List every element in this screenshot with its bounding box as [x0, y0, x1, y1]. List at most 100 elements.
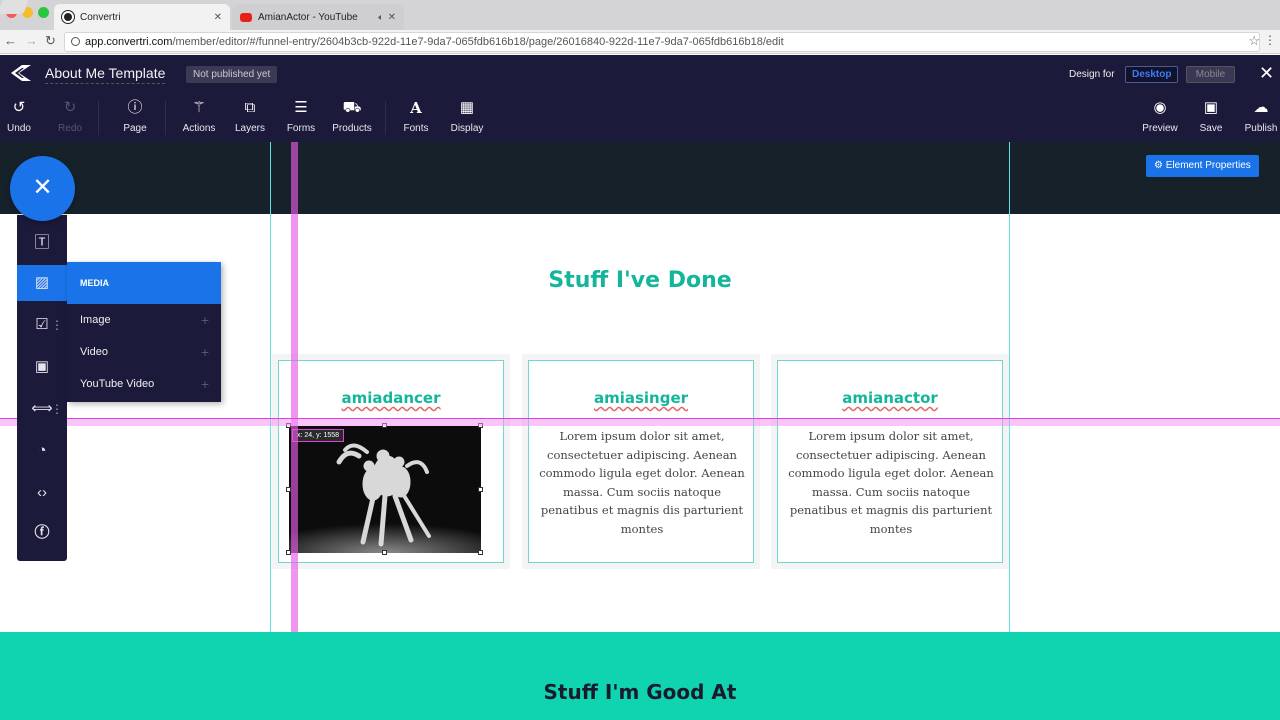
media-item-label: Image	[80, 314, 111, 326]
element-properties-button[interactable]: ⚙ Element Properties	[1146, 155, 1259, 177]
publish-status-badge: Not published yet	[186, 66, 278, 83]
tab-title: AmianActor - YouTube	[258, 11, 358, 23]
bookmark-star-icon[interactable]: ☆	[1248, 33, 1260, 49]
publish-label: Publish	[1244, 123, 1278, 134]
preview-label: Preview	[1142, 123, 1178, 134]
info-circle-icon: ⓘ	[127, 99, 143, 116]
media-item-youtube-video[interactable]: YouTube Video +	[67, 368, 221, 400]
magic-wand-icon: ⚚	[192, 99, 206, 116]
card-body-text[interactable]: Lorem ipsum dolor sit amet, consectetuer…	[788, 427, 994, 538]
media-element-button[interactable]: ▨	[17, 265, 67, 301]
forms-button[interactable]: ☰ Forms	[285, 99, 317, 134]
page-button[interactable]: ⓘ Page	[120, 99, 150, 134]
close-editor-icon[interactable]: ✕	[1259, 63, 1274, 84]
element-properties-label: Element Properties	[1165, 160, 1251, 171]
more-options-icon[interactable]: ⋮	[51, 307, 63, 343]
url-input[interactable]: app.convertri.com/member/editor/#/funnel…	[64, 32, 1260, 52]
card-body-text[interactable]: Lorem ipsum dolor sit amet, consectetuer…	[539, 427, 745, 538]
grid-icon: ▦	[459, 99, 475, 116]
layers-icon: ⧉	[244, 99, 256, 116]
media-item-image[interactable]: Image +	[67, 304, 221, 336]
fonts-label: Fonts	[403, 123, 429, 134]
resize-handle[interactable]	[478, 550, 483, 555]
youtube-favicon-icon	[240, 12, 252, 22]
editor-header: About Me Template Not published yet Desi…	[0, 55, 1280, 142]
products-button[interactable]: ⛟ Products	[330, 99, 374, 134]
publish-button[interactable]: ☁ Publish	[1242, 99, 1280, 134]
timer-element-button[interactable]: ◔	[17, 433, 67, 469]
layers-button[interactable]: ⧉ Layers	[233, 99, 267, 134]
browser-tab-youtube[interactable]: AmianActor - YouTube 🔈︎ ✕	[232, 4, 404, 30]
maximize-window-button[interactable]	[38, 7, 49, 18]
browser-tab-convertri[interactable]: Convertri ✕	[54, 4, 230, 30]
back-arrow-icon[interactable]: ←	[4, 33, 17, 48]
box-element-button[interactable]: ▣	[17, 349, 67, 385]
code-element-button[interactable]: ‹›	[17, 475, 67, 511]
top-section-band[interactable]	[0, 142, 1280, 214]
position-readout: x: 24, y: 1558	[292, 429, 345, 442]
browser-menu-icon[interactable]: ⋮	[1264, 33, 1276, 47]
skills-section[interactable]: Stuff I'm Good At	[0, 632, 1280, 720]
display-label: Display	[450, 123, 484, 134]
address-bar: ← → ↻ app.convertri.com/member/editor/#/…	[0, 30, 1280, 54]
dancer-image[interactable]	[289, 426, 481, 553]
text-element-button[interactable]: 🅃	[17, 225, 67, 261]
text-box-icon: 🅃	[34, 234, 50, 251]
editor-canvas[interactable]: ⚙ Element Properties Stuff I've Done ami…	[0, 142, 1280, 720]
preview-button[interactable]: ◉ Preview	[1141, 99, 1179, 134]
facebook-icon: ⓕ	[34, 524, 50, 541]
card-title[interactable]: amiasinger	[529, 389, 753, 407]
cloud-upload-icon: ☁	[1253, 99, 1269, 116]
mobile-toggle-button[interactable]: Mobile	[1186, 66, 1235, 83]
toolbar-divider	[165, 101, 166, 135]
close-toolbox-button[interactable]: ✕	[10, 156, 75, 221]
speaker-icon[interactable]: 🔈︎	[378, 12, 383, 23]
reload-icon[interactable]: ↻	[45, 33, 56, 49]
desktop-toggle-button[interactable]: Desktop	[1125, 66, 1178, 83]
display-button[interactable]: ▦ Display	[450, 99, 484, 134]
plus-icon: +	[200, 344, 209, 360]
fonts-button[interactable]: A Fonts	[402, 99, 430, 134]
save-button[interactable]: ▣ Save	[1197, 99, 1225, 134]
spacer-element-button[interactable]: ⟺ ⋮	[17, 391, 67, 427]
tab-close-icon[interactable]: ✕	[388, 12, 396, 23]
toolbar-divider	[385, 101, 386, 135]
eye-icon: ◉	[1153, 99, 1167, 116]
font-icon: A	[410, 99, 422, 117]
media-item-video[interactable]: Video +	[67, 336, 221, 368]
section-heading[interactable]: Stuff I'm Good At	[0, 680, 1280, 704]
resize-handle[interactable]	[382, 550, 387, 555]
forms-label: Forms	[286, 123, 316, 134]
close-icon: ✕	[32, 174, 53, 201]
card-actor[interactable]: amianactor Lorem ipsum dolor sit amet, c…	[777, 360, 1003, 563]
tab-close-icon[interactable]: ✕	[214, 12, 222, 23]
media-flyout-menu: MEDIA Image + Video + YouTube Video +	[67, 262, 221, 402]
floppy-disk-icon: ▣	[1203, 99, 1219, 116]
redo-label: Redo	[58, 123, 82, 134]
card-title[interactable]: amianactor	[778, 389, 1002, 407]
redo-icon: ↻	[63, 99, 77, 116]
convertri-favicon-icon	[62, 11, 74, 23]
form-element-button[interactable]: ☑ ⋮	[17, 307, 67, 343]
undo-button[interactable]: ↺ Undo	[6, 99, 32, 134]
facebook-element-button[interactable]: ⓕ	[17, 515, 67, 551]
card-title[interactable]: amiadancer	[279, 389, 503, 407]
plus-icon: +	[200, 312, 209, 328]
redo-button[interactable]: ↻ Redo	[56, 99, 84, 134]
media-menu-header: MEDIA	[67, 262, 221, 304]
url-host: app.convertri.com	[85, 36, 173, 48]
actions-button[interactable]: ⚚ Actions	[181, 99, 217, 134]
media-item-label: YouTube Video	[80, 378, 155, 390]
list-icon: ☰	[294, 99, 308, 116]
element-toolbox: 🅃 ▨ ☑ ⋮ ▣ ⟺ ⋮ ◔ ‹› ⓕ	[17, 215, 67, 561]
convertri-logo-icon	[11, 65, 31, 81]
card-singer[interactable]: amiasinger Lorem ipsum dolor sit amet, c…	[528, 360, 754, 563]
page-title[interactable]: About Me Template	[45, 65, 166, 84]
resize-handle[interactable]	[478, 487, 483, 492]
actions-label: Actions	[182, 123, 216, 134]
more-options-icon[interactable]: ⋮	[51, 391, 63, 427]
forward-arrow-icon[interactable]: →	[25, 33, 38, 48]
undo-label: Undo	[7, 123, 31, 134]
design-for-label: Design for	[1069, 69, 1115, 80]
info-icon[interactable]	[71, 37, 80, 46]
